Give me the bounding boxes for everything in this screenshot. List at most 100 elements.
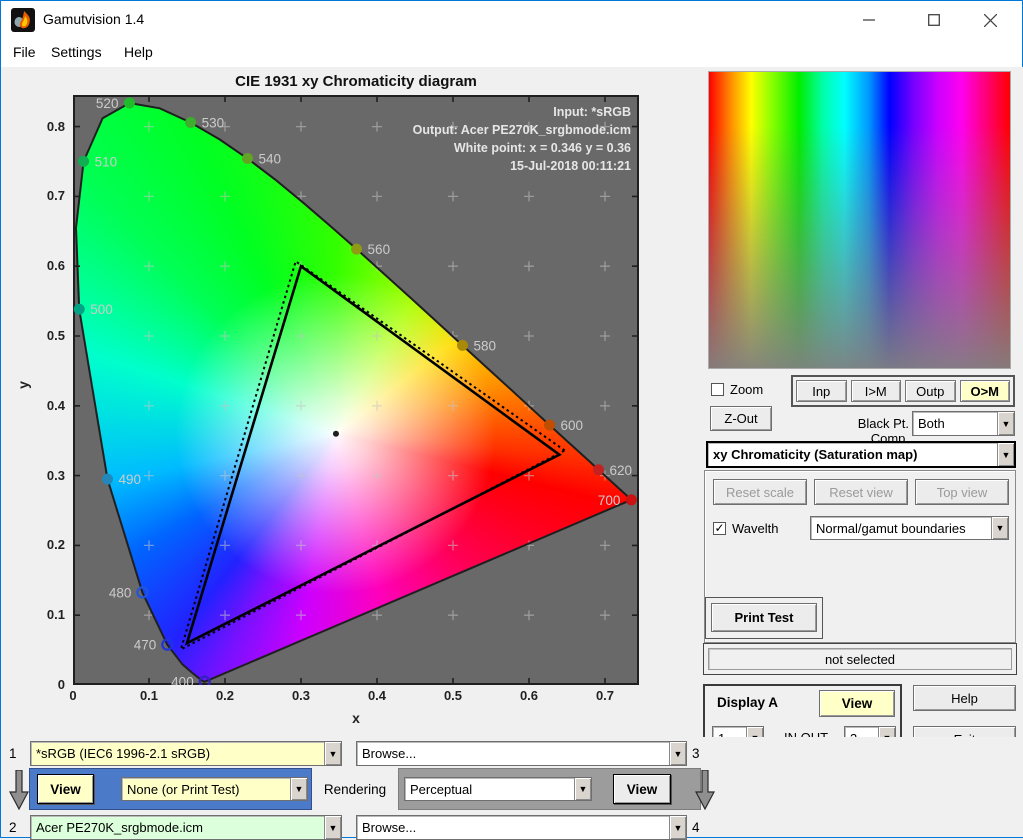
chevron-down-icon[interactable]: ▼ <box>324 816 341 839</box>
x-tick-0.2: 0.2 <box>215 688 235 703</box>
wavelth-checkbox-label: Wavelth <box>732 521 779 536</box>
status-box: not selected <box>703 643 1017 675</box>
close-button[interactable] <box>968 5 1013 35</box>
wavelth-checkbox[interactable]: ✓ <box>713 522 726 535</box>
wavelength-label-520: 520 <box>96 96 119 111</box>
x-tick-0.4: 0.4 <box>367 688 387 703</box>
down-arrow-right-icon <box>695 770 715 810</box>
om-button[interactable]: O>M <box>959 380 1010 402</box>
rendering-label: Rendering <box>312 768 398 810</box>
browse-output-select[interactable]: Browse... ▼ <box>356 815 687 840</box>
y-tick-0.5: 0.5 <box>46 328 65 343</box>
wavelength-label-600: 600 <box>561 418 584 433</box>
x-tick-0.6: 0.6 <box>519 688 539 703</box>
wavelength-label-400: 400 <box>171 675 194 685</box>
zoom-checkbox-row: Zoom <box>711 382 763 397</box>
plot-annotations: Input: *sRGB Output: Acer PE270K_srgbmod… <box>413 103 631 175</box>
menu-bar: File Settings Help <box>1 39 1022 67</box>
reset-scale-button[interactable]: Reset scale <box>713 479 807 505</box>
wavelength-label-500: 500 <box>90 302 113 317</box>
wavelength-label-620: 620 <box>610 463 633 478</box>
rendering-intent-select[interactable]: Perceptual ▼ <box>404 777 592 801</box>
title-bar: Gamutvision 1.4 <box>1 1 1022 39</box>
anno-output: Output: Acer PE270K_srgbmode.icm <box>412 123 631 137</box>
window-title: Gamutvision 1.4 <box>43 11 145 27</box>
chevron-down-icon[interactable]: ▼ <box>997 412 1014 435</box>
y-tick-0.2: 0.2 <box>46 537 65 553</box>
view-input-button[interactable]: View <box>37 774 94 804</box>
outp-button[interactable]: Outp <box>905 380 956 402</box>
y-tick-0.3: 0.3 <box>46 467 65 483</box>
print-test-select[interactable]: None (or Print Test) ▼ <box>121 777 308 801</box>
saturation-map-preview[interactable] <box>708 71 1011 369</box>
wavelength-label-540: 540 <box>258 151 281 166</box>
chevron-down-icon[interactable]: ▼ <box>669 742 686 765</box>
wavelength-dot-510 <box>78 155 90 167</box>
plot-overlay: 400 470 480 490 500 510 520 530 540 560 580 600 620 7… <box>73 95 639 685</box>
top-view-button[interactable]: Top view <box>915 479 1009 505</box>
plot-area[interactable]: 400 470 480 490 500 510 520 530 540 560 580 600 620 7… <box>73 95 639 685</box>
app-icon <box>11 8 35 32</box>
boundaries-select[interactable]: Normal/gamut boundaries ▼ <box>810 516 1009 540</box>
view-output-button[interactable]: View <box>613 774 671 804</box>
slot-3-label: 3 <box>692 746 700 761</box>
reset-buttons-row: Reset scale Reset view Top view <box>713 479 1009 505</box>
down-arrow-left-icon <box>9 770 29 810</box>
wavelength-label-470: 470 <box>134 638 157 653</box>
minimize-button[interactable] <box>846 5 891 35</box>
y-tick-0.1: 0.1 <box>46 607 65 623</box>
view-mode-group: Inp I>M Outp O>M <box>791 375 1015 407</box>
zoom-out-button[interactable]: Z-Out <box>710 406 772 431</box>
chevron-down-icon[interactable]: ▼ <box>669 816 686 839</box>
menu-settings[interactable]: Settings <box>51 44 102 60</box>
chevron-down-icon[interactable]: ▼ <box>997 443 1014 466</box>
wavelth-checkbox-row: ✓ Wavelth <box>713 521 778 536</box>
wavelength-label-530: 530 <box>202 115 225 130</box>
wavelength-label-480: 480 <box>109 585 132 600</box>
wavelength-label-580: 580 <box>474 338 497 353</box>
wavelength-dot-700 <box>625 494 637 506</box>
main-area: CIE 1931 xy Chromaticity diagram 400 470 4… <box>1 67 1023 833</box>
input-profile-select[interactable]: *sRGB (IEC6 1996-2.1 sRGB) ▼ <box>30 741 342 766</box>
x-axis-label: x <box>352 710 360 726</box>
anno-date: 15-Jul-2018 00:11:21 <box>510 159 631 173</box>
help-button[interactable]: Help <box>913 685 1016 711</box>
side-panel: Inp I>M Outp O>M Zoom Z-Out Black Pt. Co… <box>701 67 1023 833</box>
chart-title: CIE 1931 xy Chromaticity diagram <box>235 73 477 90</box>
im-button[interactable]: I>M <box>850 380 901 402</box>
wavelength-dot-560 <box>351 243 363 255</box>
output-profile-select[interactable]: Acer PE270K_srgbmode.icm ▼ <box>30 815 342 840</box>
print-test-button[interactable]: Print Test <box>711 603 817 632</box>
menu-help[interactable]: Help <box>124 44 153 60</box>
chevron-down-icon[interactable]: ▼ <box>324 742 341 765</box>
wavelength-dot-500 <box>73 303 85 315</box>
y-tick-0.7: 0.7 <box>46 188 65 204</box>
menu-file[interactable]: File <box>13 44 36 60</box>
chevron-down-icon[interactable]: ▼ <box>991 517 1008 539</box>
x-tick-0.5: 0.5 <box>443 688 463 703</box>
y-tick-0.6: 0.6 <box>46 258 65 274</box>
chevron-down-icon[interactable]: ▼ <box>290 778 307 800</box>
display-a-view-button[interactable]: View <box>819 690 895 717</box>
print-test-frame: Print Test <box>705 597 823 639</box>
x-tick-0.3: 0.3 <box>291 688 311 703</box>
status-text: not selected <box>708 648 1012 670</box>
y-axis-label: y <box>14 381 31 389</box>
wavelength-dot-490 <box>102 473 114 485</box>
minimize-icon <box>862 19 875 21</box>
wavelength-label-560: 560 <box>368 242 391 257</box>
zoom-checkbox[interactable] <box>711 383 724 396</box>
zoom-checkbox-label: Zoom <box>730 382 764 397</box>
inp-button[interactable]: Inp <box>796 380 847 402</box>
black-pt-comp-select[interactable]: Both ▼ <box>912 411 1015 436</box>
browse-input-select[interactable]: Browse... ▼ <box>356 741 687 766</box>
y-tick-0.4: 0.4 <box>46 397 65 413</box>
reset-view-button[interactable]: Reset view <box>814 479 908 505</box>
maximize-button[interactable] <box>911 5 956 35</box>
display-mode-select[interactable]: xy Chromaticity (Saturation map) ▼ <box>706 441 1016 468</box>
chevron-down-icon[interactable]: ▼ <box>574 778 591 800</box>
wavelength-label-490: 490 <box>119 472 142 487</box>
slot-1-label: 1 <box>9 746 17 761</box>
y-tick-0.8: 0.8 <box>46 118 65 134</box>
wavelength-dot-530 <box>185 116 197 128</box>
